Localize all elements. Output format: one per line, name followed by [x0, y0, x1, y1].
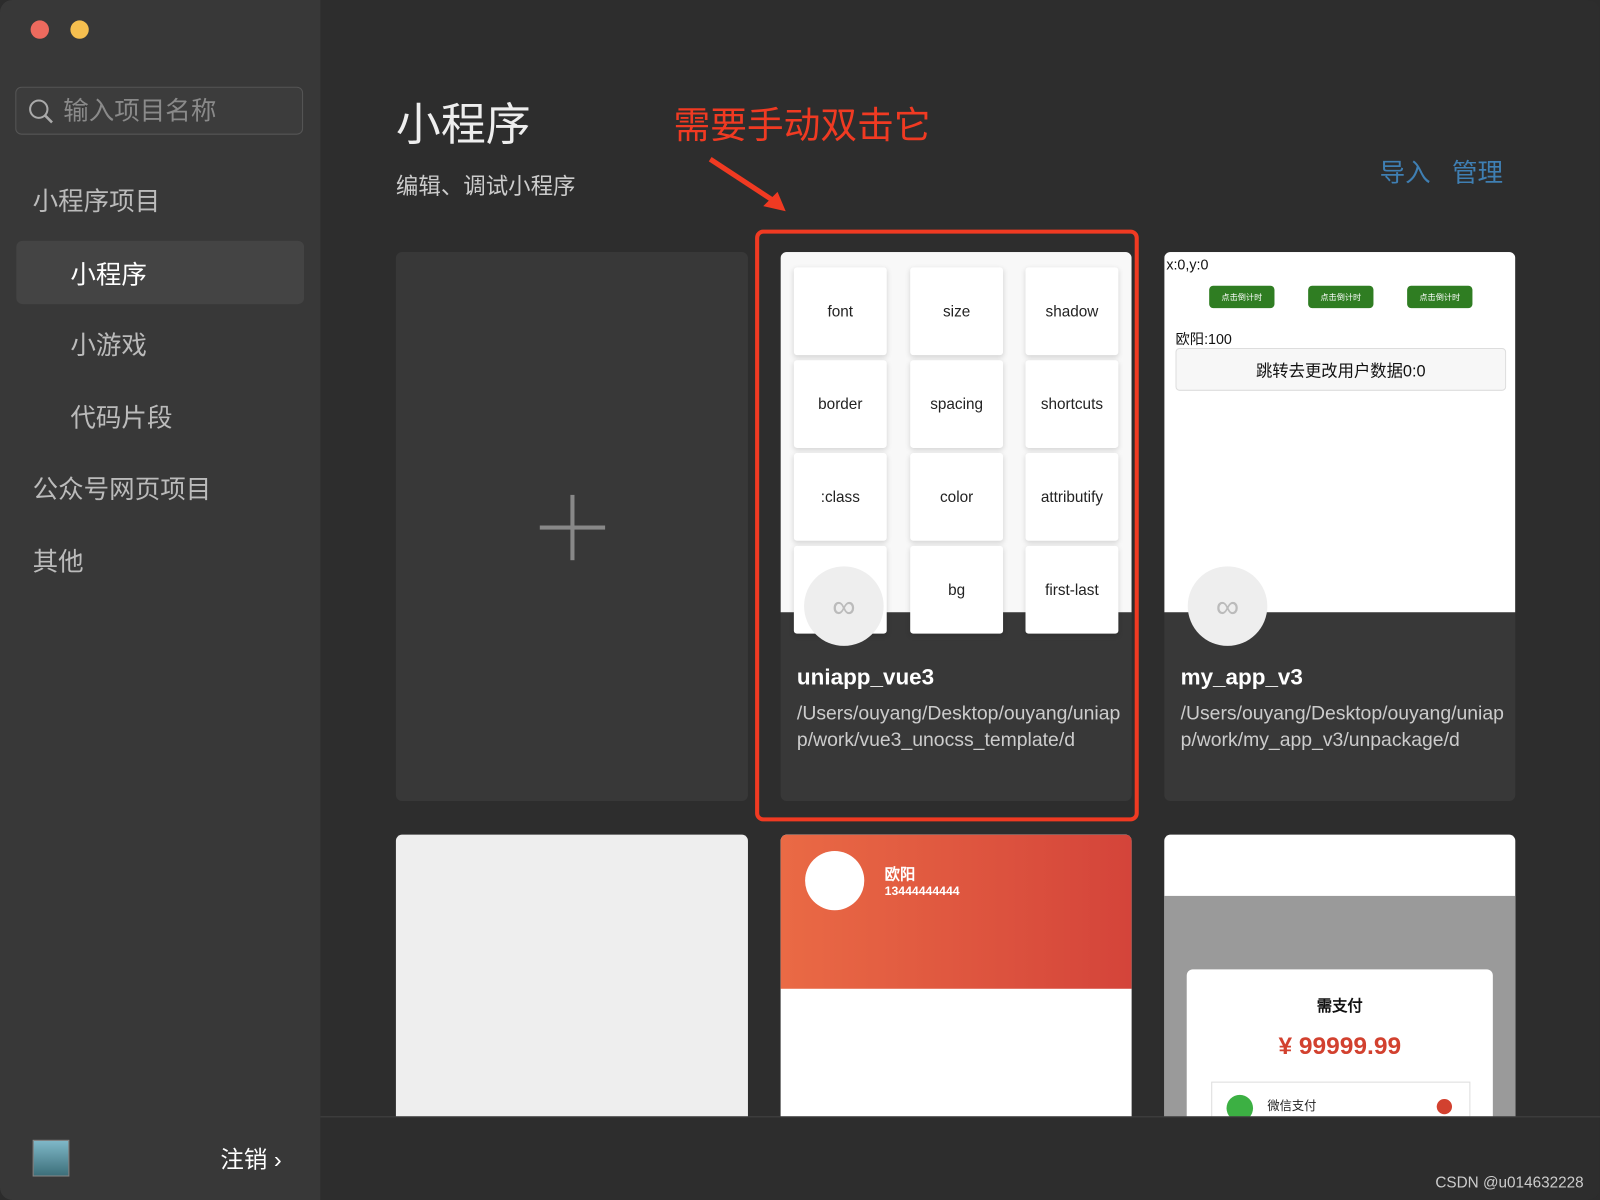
- watermark: CSDN @u014632228: [1435, 1174, 1584, 1192]
- preview-user-line: 欧阳:100: [1175, 330, 1232, 347]
- user-avatar[interactable]: [32, 1139, 70, 1177]
- annotation-arrow-icon: [708, 157, 786, 212]
- manage-link[interactable]: 管理: [1452, 153, 1503, 190]
- project-card[interactable]: [395, 834, 748, 1141]
- sidebar-item-minigame[interactable]: 小游戏: [70, 326, 147, 363]
- import-link[interactable]: 导入: [1380, 153, 1431, 190]
- preview-pay-amount: ¥ 99999.99: [1278, 1032, 1402, 1061]
- logout-label: 注销: [220, 1145, 268, 1173]
- preview-tile: size: [910, 267, 1004, 356]
- preview-pay-dialog: 需支付 ¥ 99999.99 微信支付: [1186, 969, 1493, 1141]
- preview-coords: x:0,y:0: [1166, 256, 1209, 273]
- preview-profile-name: 欧阳: [884, 866, 916, 884]
- project-card-my-app-v3[interactable]: x:0,y:0 点击倒计时 点击倒计时 点击倒计时 欧阳:100 跳转去更改用户…: [1164, 252, 1516, 802]
- project-preview: font size shadow border spacing shortcut…: [780, 252, 1132, 634]
- search-icon: [29, 99, 53, 124]
- logout-button[interactable]: 注销 ›: [220, 1140, 281, 1175]
- close-button[interactable]: [30, 20, 49, 39]
- miniprogram-link-icon: ∞: [1187, 566, 1268, 646]
- chevron-right-icon: ›: [273, 1145, 282, 1173]
- preview-avatar: [805, 851, 865, 911]
- app-window: 小程序项目 小程序 小游戏 代码片段 公众号网页项目 其他 注销 › 小程序 编…: [0, 0, 1600, 1200]
- preview-countdown-button: 点击倒计时: [1209, 285, 1275, 309]
- preview-profile-header: 欧阳 13444444444: [780, 834, 1132, 989]
- section-other[interactable]: 其他: [33, 542, 84, 579]
- project-name: my_app_v3: [1180, 664, 1303, 690]
- preview-tile: font: [793, 267, 887, 356]
- annotation-text: 需要手动双击它: [673, 104, 931, 146]
- preview-tile: border: [793, 360, 887, 448]
- minimize-button[interactable]: [70, 20, 89, 39]
- preview-tile: shadow: [1025, 267, 1119, 356]
- section-official-account-projects[interactable]: 公众号网页项目: [33, 469, 212, 506]
- check-icon: [1436, 1098, 1453, 1115]
- search-input[interactable]: [61, 95, 290, 127]
- project-card[interactable]: 欧阳 13444444444: [780, 834, 1132, 1141]
- plus-icon-vertical: [570, 494, 575, 561]
- preview-tile: attributify: [1025, 453, 1119, 541]
- preview-countdown-button: 点击倒计时: [1407, 285, 1473, 309]
- project-preview: x:0,y:0 点击倒计时 点击倒计时 点击倒计时 欧阳:100 跳转去更改用户…: [1164, 252, 1516, 613]
- preview-tile: shortcuts: [1025, 360, 1119, 448]
- project-card[interactable]: 需支付 ¥ 99999.99 微信支付: [1164, 834, 1516, 1141]
- preview-tile: color: [910, 453, 1004, 541]
- project-name: uniapp_vue3: [796, 664, 935, 690]
- preview-tile: :class: [793, 453, 887, 541]
- preview-tile: first-last: [1025, 545, 1119, 634]
- preview-countdown-button: 点击倒计时: [1308, 285, 1374, 309]
- preview-tile: spacing: [910, 360, 1004, 448]
- sidebar-item-miniprogram[interactable]: 小程序: [16, 240, 305, 305]
- preview-profile-phone: 13444444444: [884, 883, 960, 898]
- project-card-uniapp-vue3[interactable]: font size shadow border spacing shortcut…: [780, 252, 1132, 802]
- sidebar-item-label: 小程序: [70, 261, 147, 290]
- sidebar: 小程序项目 小程序 小游戏 代码片段 公众号网页项目 其他 注销 ›: [0, 0, 321, 1200]
- preview-jump-button: 跳转去更改用户数据0:0: [1175, 347, 1507, 391]
- bottom-bar: [320, 1116, 1600, 1200]
- pay-method-label: 微信支付: [1267, 1098, 1317, 1114]
- search-box: [15, 86, 304, 135]
- preview-tile: bg: [910, 545, 1004, 634]
- project-path: /Users/ouyang/Desktop/ouyang/uniapp/work…: [1180, 703, 1504, 752]
- page-subtitle: 编辑、调试小程序: [395, 173, 576, 199]
- preview-pay-title: 需支付: [1316, 997, 1363, 1016]
- sidebar-item-code-snippets[interactable]: 代码片段: [70, 398, 172, 435]
- section-miniprogram-projects[interactable]: 小程序项目: [33, 182, 161, 219]
- page-title: 小程序: [395, 99, 531, 150]
- project-path: /Users/ouyang/Desktop/ouyang/uniapp/work…: [796, 703, 1121, 752]
- miniprogram-link-icon: ∞: [804, 566, 884, 646]
- new-project-card[interactable]: [395, 252, 748, 802]
